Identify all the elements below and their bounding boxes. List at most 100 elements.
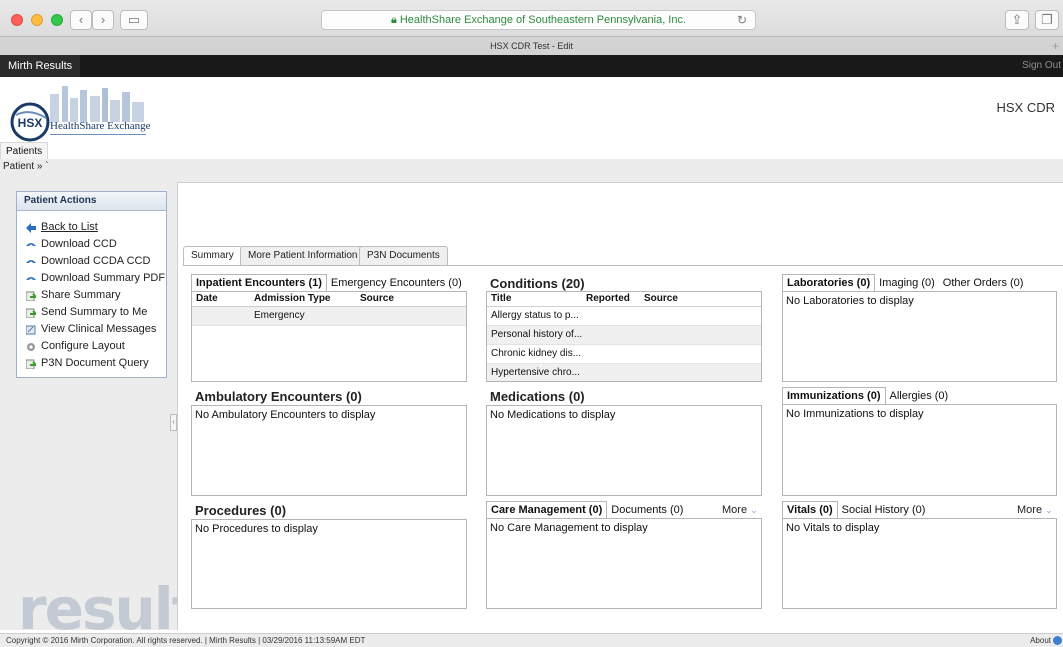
tabs-overview-button[interactable]: ❐ [1035,10,1059,30]
patient-actions-list: Back to List Download CCD Download CCDA … [17,211,166,372]
back-arrow-icon [26,223,36,233]
cell-admission-type: Emergency [254,310,305,321]
empty-message: No Immunizations to display [786,408,924,420]
patient-actions-panel: Patient Actions Back to List Download CC… [16,191,167,378]
tab-separator [183,265,1063,266]
tab-p3n-documents[interactable]: P3N Documents [359,246,448,265]
vitals-panel: No Vitals to display [782,518,1057,609]
action-p3n-document-query[interactable]: P3N Document Query [17,355,166,372]
orders-panel: No Laboratories to display [782,291,1057,382]
action-download-summary-pdf[interactable]: Download Summary PDF [17,270,166,287]
breadcrumb-bar: Patient » ` [0,159,1063,182]
ambulatory-encounters-panel: No Ambulatory Encounters to display [191,405,467,496]
collapse-sidebar-handle[interactable]: ‹ [170,414,177,431]
action-share-summary[interactable]: Share Summary [17,287,166,304]
action-label: Share Summary [41,289,121,301]
tabs-icon: ❐ [1041,12,1053,27]
address-bar[interactable]: 🔒︎ HealthShare Exchange of Southeastern … [321,10,756,30]
more-label: More [1017,504,1043,516]
table-row[interactable]: Personal history of... [487,326,761,345]
patient-actions-title: Patient Actions [17,192,166,211]
column-date[interactable]: Date [196,292,218,306]
column-source[interactable]: Source [644,292,678,306]
download-icon [26,277,36,280]
orders-tabs: Laboratories (0) Imaging (0) Other Orders … [782,274,1027,292]
procedures-title: Procedures (0) [195,503,287,518]
copyright-text: Copyright © 2016 Mirth Corporation. All … [6,636,366,645]
share-icon: ⇪ [1011,12,1023,27]
tab-more-patient-information[interactable]: More Patient Information [240,246,366,265]
action-label: Download Summary PDF [41,272,166,284]
condition-title: Allergy status to p... [491,310,579,321]
tab-inpatient-encounters[interactable]: Inpatient Encounters (1) [191,274,327,292]
condition-title: Chronic kidney dis... [491,348,582,359]
vitals-more-dropdown[interactable]: More ⌄ [1017,504,1053,516]
footer: Copyright © 2016 Mirth Corporation. All … [0,633,1063,647]
table-row[interactable]: Hypertensive chro... [487,364,761,381]
care-more-dropdown[interactable]: More ⌄ [722,504,758,516]
conditions-title: Conditions (20) [490,276,585,291]
gear-icon [27,343,35,351]
app-brand[interactable]: Mirth Results [0,55,81,77]
immunizations-tabs: Immunizations (0) Allergies (0) [782,387,952,405]
action-back-to-list[interactable]: Back to List [17,219,166,236]
query-icon [26,359,36,369]
back-button[interactable]: ‹ [70,10,92,30]
breadcrumb[interactable]: Patient » ` [3,161,49,172]
action-send-summary-to-me[interactable]: Send Summary to Me [17,304,166,321]
empty-message: No Laboratories to display [786,295,914,307]
tab-summary[interactable]: Summary [183,246,242,266]
action-download-ccda-ccd[interactable]: Download CCDA CCD [17,253,166,270]
medications-panel: No Medications to display [486,405,762,496]
sign-out-link[interactable]: Sign Out [1022,55,1061,77]
app-name: HSX CDR [996,100,1055,115]
share-icon [26,291,36,301]
reload-icon[interactable]: ↻ [737,11,747,29]
action-label: Send Summary to Me [41,306,148,318]
download-icon [26,260,36,263]
column-admission-type[interactable]: Admission Type [254,292,331,306]
table-row[interactable]: Chronic kidney dis... [487,345,761,364]
zoom-window-button[interactable] [51,14,63,26]
tab-immunizations[interactable]: Immunizations (0) [782,387,886,405]
encounters-header-row: Date Admission Type Source [192,292,466,307]
tab-care-management[interactable]: Care Management (0) [486,501,608,519]
share-button[interactable]: ⇪ [1005,10,1029,30]
tab-laboratories[interactable]: Laboratories (0) [782,274,876,292]
forward-button[interactable]: › [92,10,114,30]
browser-tab[interactable]: HSX CDR Test - Edit + [0,36,1063,55]
chevron-down-icon: ⌄ [1045,505,1053,515]
tab-vitals[interactable]: Vitals (0) [782,501,838,519]
about-link[interactable]: About [1030,634,1051,647]
conditions-header-row: Title Reported Source [487,292,761,307]
minimize-window-button[interactable] [31,14,43,26]
table-row[interactable]: Allergy status to p... [487,307,761,326]
more-label: More [722,504,748,516]
column-source[interactable]: Source [360,292,394,306]
sidebar-toggle-button[interactable]: ▭ [120,10,148,30]
new-tab-button[interactable]: + [1052,37,1059,55]
column-title[interactable]: Title [491,292,511,306]
encounters-panel: Date Admission Type Source Emergency [191,291,467,382]
empty-message: No Care Management to display [490,522,648,534]
condition-title: Hypertensive chro... [491,367,580,378]
condition-title: Personal history of... [491,329,583,340]
empty-message: No Procedures to display [195,523,318,535]
column-reported[interactable]: Reported [586,292,630,306]
action-configure-layout[interactable]: Configure Layout [17,338,166,355]
table-row[interactable]: Emergency [192,307,466,326]
action-download-ccd[interactable]: Download CCD [17,236,166,253]
care-tabs: Care Management (0) Documents (0) [486,501,687,519]
browser-tab-title: HSX CDR Test - Edit [490,41,573,51]
procedures-panel: No Procedures to display [191,519,467,609]
chevron-right-icon: › [100,12,106,27]
browser-chrome: ‹ › ▭ 🔒︎ HealthShare Exchange of Southea… [0,0,1063,55]
action-view-clinical-messages[interactable]: View Clinical Messages [17,321,166,338]
action-label: View Clinical Messages [41,323,157,335]
tab-patients[interactable]: Patients [0,142,49,160]
empty-message: No Ambulatory Encounters to display [195,409,376,421]
close-window-button[interactable] [11,14,23,26]
ambulatory-encounters-title: Ambulatory Encounters (0) [195,389,362,404]
logo-mark: HSX [18,116,43,130]
info-icon[interactable] [1053,636,1062,645]
